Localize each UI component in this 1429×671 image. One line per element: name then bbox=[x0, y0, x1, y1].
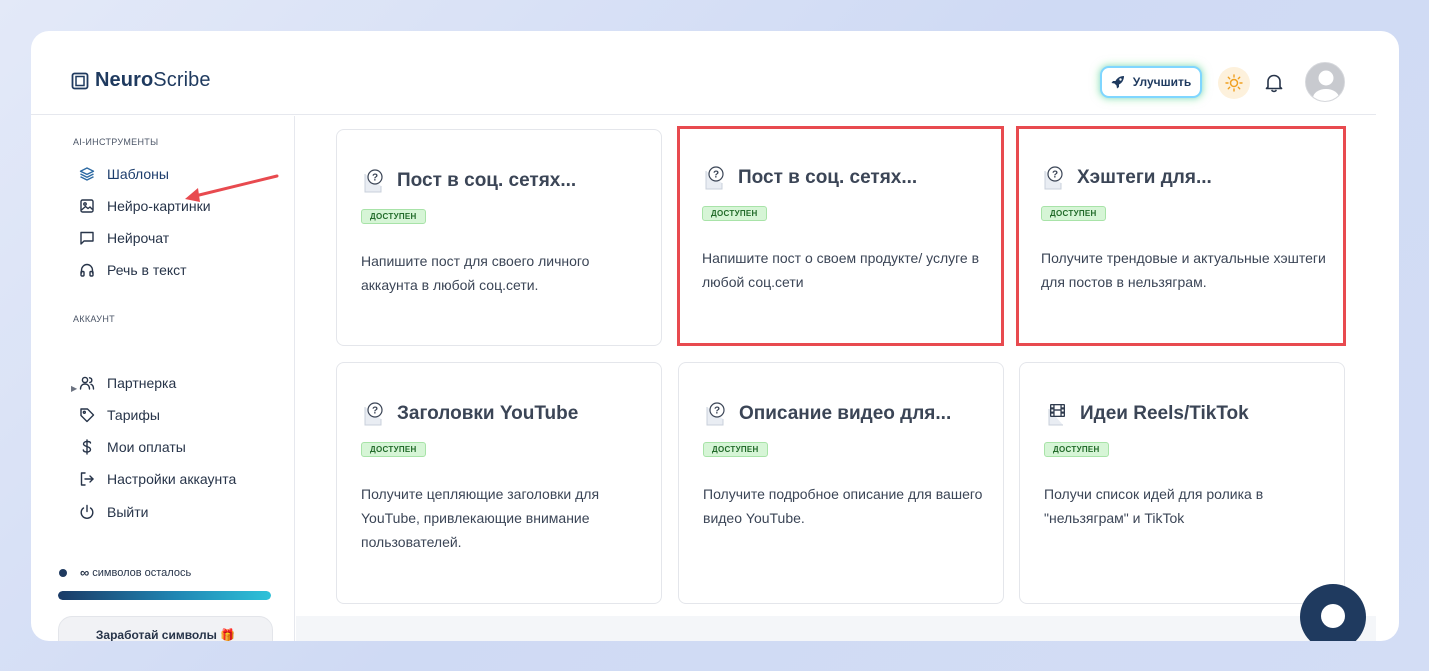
status-badge: ДОСТУПЕН bbox=[1044, 442, 1109, 457]
card-title: ? Пост в соц. сетях... bbox=[361, 168, 576, 194]
symbols-label: символов осталось bbox=[92, 566, 192, 579]
card-title: ? Пост в соц. сетях... bbox=[702, 165, 917, 191]
sidebar: AI-ИНСТРУМЕНТЫ Шаблоны Нейро-картинки Не… bbox=[31, 116, 295, 641]
logout-arrow-icon bbox=[79, 471, 95, 487]
app-window: Neuro Scribe Улучшить AI-ИНСТРУМЕНТЫ Шаб… bbox=[31, 31, 1399, 641]
card-title: Идеи Reels/TikTok bbox=[1044, 401, 1249, 427]
sidebar-item-label: Мои оплаты bbox=[107, 439, 186, 455]
avatar-placeholder-icon bbox=[1306, 63, 1344, 101]
sidebar-item-account-settings[interactable]: Настройки аккаунта bbox=[79, 468, 236, 490]
dollar-icon bbox=[79, 439, 95, 455]
sidebar-item-my-payments[interactable]: Мои оплаты bbox=[79, 436, 186, 458]
card-title-text: Описание видео для... bbox=[739, 403, 952, 424]
card-description: Напишите пост о своем продукте/ услуге в… bbox=[702, 250, 980, 290]
template-card[interactable]: ? Заголовки YouTube ДОСТУПЕН Получите це… bbox=[336, 362, 662, 604]
status-badge: ДОСТУПЕН bbox=[361, 442, 426, 457]
svg-text:?: ? bbox=[1052, 170, 1058, 181]
sun-icon bbox=[1225, 74, 1243, 92]
sidebar-item-label: Партнерка bbox=[107, 375, 177, 391]
progress-fill bbox=[58, 591, 271, 600]
card-title: ? Хэштеги для... bbox=[1041, 165, 1212, 191]
section-label-ai-tools: AI-ИНСТРУМЕНТЫ bbox=[73, 137, 159, 147]
users-icon bbox=[79, 375, 95, 391]
image-icon bbox=[79, 198, 95, 214]
template-card[interactable]: ? Описание видео для... ДОСТУПЕН Получит… bbox=[678, 362, 1004, 604]
expand-caret-icon[interactable]: ▶ bbox=[71, 384, 77, 393]
film-icon bbox=[1044, 401, 1070, 427]
sidebar-item-partners[interactable]: Партнерка bbox=[79, 372, 176, 394]
status-badge: ДОСТУПЕН bbox=[361, 209, 426, 224]
template-card-highlighted[interactable]: ? Пост в соц. сетях... ДОСТУПЕН Напишите… bbox=[677, 126, 1004, 346]
sidebar-item-tariffs[interactable]: Тарифы bbox=[79, 404, 160, 426]
layers-icon bbox=[79, 166, 95, 182]
sidebar-item-label: Нейрочат bbox=[107, 230, 170, 246]
support-chat-button[interactable] bbox=[1300, 584, 1366, 641]
tag-icon bbox=[79, 407, 95, 423]
status-badge: ДОСТУПЕН bbox=[1041, 206, 1106, 221]
logo-regular-text: Scribe bbox=[153, 69, 211, 91]
top-header: Neuro Scribe Улучшить bbox=[31, 31, 1376, 115]
card-title-text: Хэштеги для... bbox=[1077, 167, 1212, 188]
status-dot bbox=[59, 568, 67, 577]
theme-toggle-button[interactable] bbox=[1218, 67, 1250, 99]
templates-grid: ? Пост в соц. сетях... ДОСТУПЕН Напишите… bbox=[296, 116, 1376, 616]
template-card-highlighted[interactable]: ? Хэштеги для... ДОСТУПЕН Получите тренд… bbox=[1016, 126, 1346, 346]
sidebar-item-templates[interactable]: Шаблоны bbox=[79, 163, 169, 185]
earn-symbols-button[interactable]: Заработай символы 🎁 bbox=[58, 616, 273, 641]
card-description: Получите цепляющие заголовки для YouTube… bbox=[361, 486, 600, 550]
card-description: Получи список идей для ролика в "нельзяг… bbox=[1044, 486, 1264, 526]
status-badge: ДОСТУПЕН bbox=[703, 442, 768, 457]
app-logo[interactable]: Neuro Scribe bbox=[71, 69, 211, 92]
card-title: ? Описание видео для... bbox=[703, 401, 951, 427]
document-logo-icon bbox=[71, 72, 89, 89]
svg-text:?: ? bbox=[372, 173, 378, 184]
sidebar-item-label: Настройки аккаунта bbox=[107, 471, 237, 487]
svg-text:?: ? bbox=[714, 406, 720, 417]
card-description: Напишите пост для своего личного аккаунт… bbox=[361, 253, 590, 293]
question-note-icon: ? bbox=[361, 168, 387, 194]
red-arrow-annotation bbox=[185, 174, 279, 202]
notifications-button[interactable] bbox=[1263, 71, 1285, 95]
sidebar-item-label: Тарифы bbox=[107, 407, 160, 423]
symbols-progress-bar bbox=[58, 591, 271, 600]
symbols-count: ∞ bbox=[80, 565, 90, 580]
sidebar-item-label: Выйти bbox=[107, 504, 149, 520]
sidebar-item-logout[interactable]: Выйти bbox=[79, 501, 148, 523]
card-description: Получите трендовые и актуальные хэштеги … bbox=[1041, 250, 1326, 290]
template-card[interactable]: ? Пост в соц. сетях... ДОСТУПЕН Напишите… bbox=[336, 129, 662, 346]
question-note-icon: ? bbox=[361, 401, 387, 427]
content-bottom-edge bbox=[296, 616, 1376, 641]
card-description: Получите подробное описание для вашего в… bbox=[703, 486, 983, 526]
bell-icon bbox=[1265, 74, 1283, 93]
sidebar-item-neurochat[interactable]: Нейрочат bbox=[79, 227, 169, 249]
sidebar-item-label: Шаблоны bbox=[107, 166, 169, 182]
section-label-account: АККАУНТ bbox=[73, 314, 115, 324]
symbols-remaining: ∞ символов осталось bbox=[59, 565, 191, 580]
status-badge: ДОСТУПЕН bbox=[702, 206, 767, 221]
svg-text:?: ? bbox=[372, 406, 378, 417]
upgrade-button[interactable]: Улучшить bbox=[1100, 66, 1202, 98]
svg-text:?: ? bbox=[713, 170, 719, 181]
card-title-text: Идеи Reels/TikTok bbox=[1080, 403, 1249, 424]
chat-icon bbox=[79, 230, 95, 246]
question-note-icon: ? bbox=[1041, 165, 1067, 191]
power-icon bbox=[79, 504, 95, 520]
chat-bubble-icon bbox=[1321, 604, 1345, 628]
card-title: ? Заголовки YouTube bbox=[361, 401, 578, 427]
sidebar-item-label: Речь в текст bbox=[107, 262, 187, 278]
rocket-icon bbox=[1111, 76, 1124, 89]
headphones-icon bbox=[79, 262, 95, 278]
logo-bold-text: Neuro bbox=[95, 69, 154, 91]
question-note-icon: ? bbox=[702, 165, 728, 191]
upgrade-label: Улучшить bbox=[1132, 75, 1192, 89]
card-title-text: Заголовки YouTube bbox=[397, 403, 579, 424]
card-title-text: Пост в соц. сетях... bbox=[397, 170, 577, 191]
template-card[interactable]: Идеи Reels/TikTok ДОСТУПЕН Получи список… bbox=[1019, 362, 1345, 604]
sidebar-item-speech-to-text[interactable]: Речь в текст bbox=[79, 259, 187, 281]
question-note-icon: ? bbox=[703, 401, 729, 427]
user-avatar[interactable] bbox=[1305, 62, 1345, 102]
card-title-text: Пост в соц. сетях... bbox=[738, 167, 918, 188]
